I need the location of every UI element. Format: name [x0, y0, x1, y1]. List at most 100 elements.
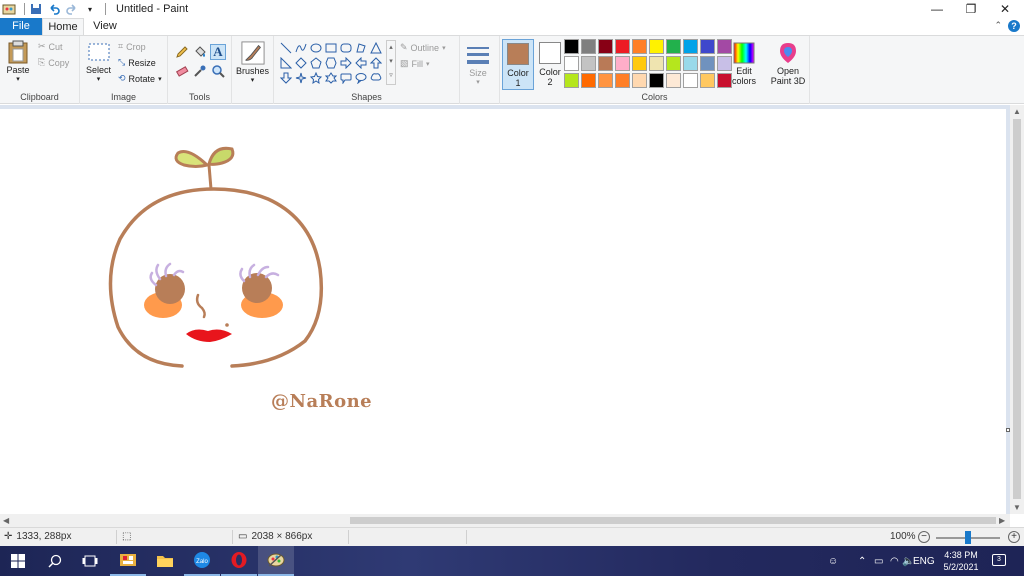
- palette-color-swatch[interactable]: [564, 56, 579, 71]
- up-arrow-shape-icon[interactable]: [368, 55, 383, 70]
- help-icon[interactable]: ?: [1008, 20, 1020, 32]
- notification-center-button[interactable]: 3: [992, 554, 1006, 566]
- oval-callout-shape-icon[interactable]: [353, 70, 368, 85]
- four-point-star-shape-icon[interactable]: [293, 70, 308, 85]
- select-button[interactable]: Select ▾: [86, 39, 111, 83]
- file-explorer-button[interactable]: [147, 546, 183, 576]
- restore-button[interactable]: ❐: [954, 0, 988, 18]
- minimize-button[interactable]: —: [920, 0, 954, 18]
- oval-shape-icon[interactable]: [308, 40, 323, 55]
- fill-button[interactable]: ▧ Fill ▾: [400, 58, 430, 69]
- zoom-slider-thumb[interactable]: [965, 531, 971, 544]
- fill-bucket-icon[interactable]: [192, 44, 208, 60]
- palette-color-swatch[interactable]: [632, 39, 647, 54]
- color2-selector[interactable]: Color 2: [534, 39, 566, 87]
- resize-button[interactable]: ⤡ Resize: [118, 57, 156, 68]
- rotate-button[interactable]: ⟲ Rotate ▾: [118, 73, 162, 84]
- palette-color-swatch[interactable]: [632, 56, 647, 71]
- customize-qat-icon[interactable]: ▾: [83, 2, 97, 16]
- drawing-canvas[interactable]: @NaRone: [0, 109, 1006, 514]
- right-arrow-shape-icon[interactable]: [338, 55, 353, 70]
- palette-color-swatch[interactable]: [666, 56, 681, 71]
- palette-color-swatch[interactable]: [666, 39, 681, 54]
- save-icon[interactable]: [29, 2, 43, 16]
- zoom-in-button[interactable]: +: [1008, 531, 1020, 543]
- redo-icon[interactable]: [65, 2, 79, 16]
- left-arrow-shape-icon[interactable]: [353, 55, 368, 70]
- search-button[interactable]: [37, 546, 73, 576]
- down-arrow-shape-icon[interactable]: [278, 70, 293, 85]
- crop-button[interactable]: ⌗ Crop: [118, 41, 146, 52]
- paint-app-icon[interactable]: [2, 2, 16, 16]
- tab-home[interactable]: Home: [42, 18, 84, 35]
- battery-icon[interactable]: ▭: [874, 546, 883, 576]
- palette-color-swatch[interactable]: [581, 39, 596, 54]
- magnifier-icon[interactable]: [210, 63, 226, 79]
- color1-selector[interactable]: Color 1: [502, 39, 534, 90]
- palette-color-swatch[interactable]: [598, 73, 613, 88]
- palette-color-swatch[interactable]: [581, 56, 596, 71]
- vertical-scrollbar[interactable]: ▲ ▼: [1010, 105, 1024, 514]
- paint-app-button[interactable]: [258, 546, 294, 576]
- five-point-star-shape-icon[interactable]: [308, 70, 323, 85]
- right-triangle-shape-icon[interactable]: [278, 55, 293, 70]
- zoom-out-button[interactable]: −: [918, 531, 930, 543]
- tab-file[interactable]: File: [0, 18, 42, 35]
- text-tool-icon[interactable]: A: [210, 44, 226, 60]
- palette-color-swatch[interactable]: [700, 39, 715, 54]
- palette-color-swatch[interactable]: [615, 56, 630, 71]
- zalo-app-button[interactable]: Zalo: [184, 546, 220, 576]
- horizontal-scrollbar[interactable]: ◀ ▶: [0, 514, 1010, 527]
- palette-color-swatch[interactable]: [683, 73, 698, 88]
- system-clock[interactable]: 4:38 PM 5/2/2021: [936, 549, 986, 573]
- close-button[interactable]: ✕: [988, 0, 1022, 18]
- size-button[interactable]: Size ▾: [466, 42, 490, 86]
- tab-view[interactable]: View: [88, 18, 122, 35]
- line-shape-icon[interactable]: [278, 40, 293, 55]
- palette-color-swatch[interactable]: [649, 73, 664, 88]
- rounded-callout-shape-icon[interactable]: [338, 70, 353, 85]
- scroll-right-icon[interactable]: ▶: [999, 516, 1005, 525]
- palette-color-swatch[interactable]: [564, 39, 579, 54]
- start-button[interactable]: [0, 546, 36, 576]
- paste-button[interactable]: Paste ▾: [6, 39, 30, 83]
- pencil-icon[interactable]: [174, 44, 190, 60]
- show-hidden-icons[interactable]: ⌃: [858, 546, 866, 576]
- horizontal-scroll-thumb[interactable]: [350, 517, 996, 524]
- palette-color-swatch[interactable]: [615, 39, 630, 54]
- palette-color-swatch[interactable]: [598, 56, 613, 71]
- palette-color-swatch[interactable]: [632, 73, 647, 88]
- color-picker-icon[interactable]: [192, 63, 208, 79]
- vertical-scroll-thumb[interactable]: [1013, 119, 1021, 499]
- palette-color-swatch[interactable]: [615, 73, 630, 88]
- rectangle-shape-icon[interactable]: [323, 40, 338, 55]
- task-view-button[interactable]: [72, 546, 108, 576]
- palette-color-swatch[interactable]: [649, 56, 664, 71]
- collapse-ribbon-icon[interactable]: ⌃: [994, 20, 1002, 32]
- cut-button[interactable]: ✂ Cut: [38, 41, 63, 52]
- brushes-button[interactable]: Brushes ▾: [236, 40, 269, 84]
- palette-color-swatch[interactable]: [700, 73, 715, 88]
- language-indicator[interactable]: ENG: [913, 546, 935, 576]
- photos-app-button[interactable]: [110, 546, 146, 576]
- network-icon[interactable]: ◠: [890, 546, 899, 576]
- edit-colors-button[interactable]: Edit colors: [732, 40, 756, 86]
- shapes-gallery-scroll[interactable]: ▴ ▾ ▿: [386, 40, 396, 85]
- open-paint3d-button[interactable]: Open Paint 3D: [768, 40, 808, 86]
- curve-shape-icon[interactable]: [293, 40, 308, 55]
- pentagon-shape-icon[interactable]: [308, 55, 323, 70]
- polygon-shape-icon[interactable]: [353, 40, 368, 55]
- palette-color-swatch[interactable]: [717, 39, 732, 54]
- six-point-star-shape-icon[interactable]: [323, 70, 338, 85]
- people-icon[interactable]: ☺: [828, 546, 838, 576]
- palette-color-swatch[interactable]: [564, 73, 579, 88]
- hexagon-shape-icon[interactable]: [323, 55, 338, 70]
- diamond-shape-icon[interactable]: [293, 55, 308, 70]
- palette-color-swatch[interactable]: [666, 73, 681, 88]
- palette-color-swatch[interactable]: [581, 73, 596, 88]
- undo-icon[interactable]: [47, 2, 61, 16]
- palette-color-swatch[interactable]: [717, 73, 732, 88]
- palette-color-swatch[interactable]: [649, 39, 664, 54]
- eraser-icon[interactable]: [174, 63, 190, 79]
- palette-color-swatch[interactable]: [717, 56, 732, 71]
